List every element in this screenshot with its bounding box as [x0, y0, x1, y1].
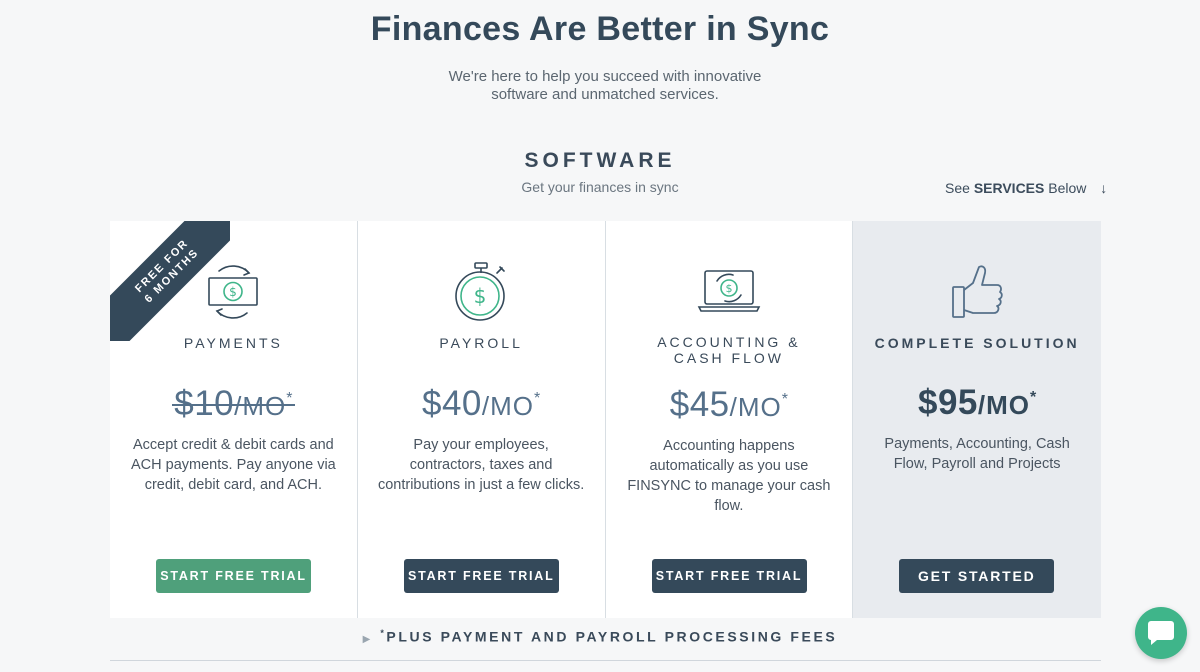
chat-bubble-icon — [1148, 621, 1174, 645]
section-title: SOFTWARE — [524, 149, 676, 172]
plan-description: Accept credit & debit cards and ACH paym… — [131, 437, 336, 493]
triangle-right-icon: ▶ — [362, 633, 371, 645]
thumbs-up-icon — [853, 263, 1101, 321]
card-payments: FREE FOR 6 MONTHS $ PAYMENTS $10/MO* Acc… — [110, 221, 358, 618]
card-complete-solution: COMPLETE SOLUTION $95/MO* Payments, Acco… — [853, 221, 1101, 618]
arrow-down-icon: ↓ — [1100, 180, 1108, 196]
see-services-bold: SERVICES — [973, 180, 1045, 196]
laptop-dollar-icon: $ — [606, 267, 853, 315]
price-strikethrough: $10/MO* — [172, 379, 295, 426]
processing-fees-toggle[interactable]: ▶*PLUS PAYMENT AND PAYROLL PROCESSING FE… — [0, 628, 1200, 645]
see-prefix: See — [945, 180, 970, 196]
stopwatch-dollar-icon: $ — [358, 261, 605, 323]
plan-name: COMPLETE SOLUTION — [874, 335, 1080, 351]
plan-price: $45/MO* — [669, 385, 788, 424]
card-accounting-cash-flow: $ ACCOUNTING & CASH FLOW $45/MO* Account… — [605, 221, 854, 618]
start-free-trial-button[interactable]: START FREE TRIAL — [156, 559, 311, 593]
plan-price: $95/MO* — [918, 383, 1037, 422]
divider — [110, 660, 1101, 661]
plan-description: Payments, Accounting, Cash Flow, Payroll… — [884, 436, 1070, 472]
svg-text:$: $ — [230, 285, 238, 299]
plan-name: PAYROLL — [439, 335, 523, 351]
page-subtitle: We're here to help you succeed with inno… — [448, 68, 762, 103]
footnote-text: PLUS PAYMENT AND PAYROLL PROCESSING FEES — [386, 628, 838, 645]
start-free-trial-button[interactable]: START FREE TRIAL — [651, 559, 807, 593]
see-suffix: Below — [1048, 180, 1087, 196]
plan-description: Pay your employees, contractors, taxes a… — [377, 437, 585, 493]
plan-name-line-1: ACCOUNTING & — [657, 334, 801, 350]
page-title: Finances Are Better in Sync — [370, 10, 830, 48]
plan-name: ACCOUNTING & CASH FLOW — [606, 334, 853, 366]
card-payroll: $ PAYROLL $40/MO* Pay your employees, co… — [357, 221, 606, 618]
plan-price: $10/MO* — [110, 379, 357, 426]
pricing-cards: FREE FOR 6 MONTHS $ PAYMENTS $10/MO* Acc… — [110, 221, 1101, 618]
chat-button[interactable] — [1135, 607, 1187, 659]
plan-name-line-2: CASH FLOW — [673, 350, 784, 366]
see-services-link[interactable]: See SERVICES Below ↓ — [945, 180, 1107, 196]
svg-text:$: $ — [474, 284, 487, 308]
svg-text:$: $ — [725, 282, 732, 295]
plan-price: $40/MO* — [422, 384, 541, 423]
dollar-cycle-icon: $ — [110, 261, 357, 323]
plan-description: Accounting happens automatically as you … — [627, 438, 831, 514]
get-started-button[interactable]: GET STARTED — [899, 559, 1055, 593]
plan-name: PAYMENTS — [183, 335, 283, 351]
start-free-trial-button[interactable]: START FREE TRIAL — [403, 559, 559, 593]
